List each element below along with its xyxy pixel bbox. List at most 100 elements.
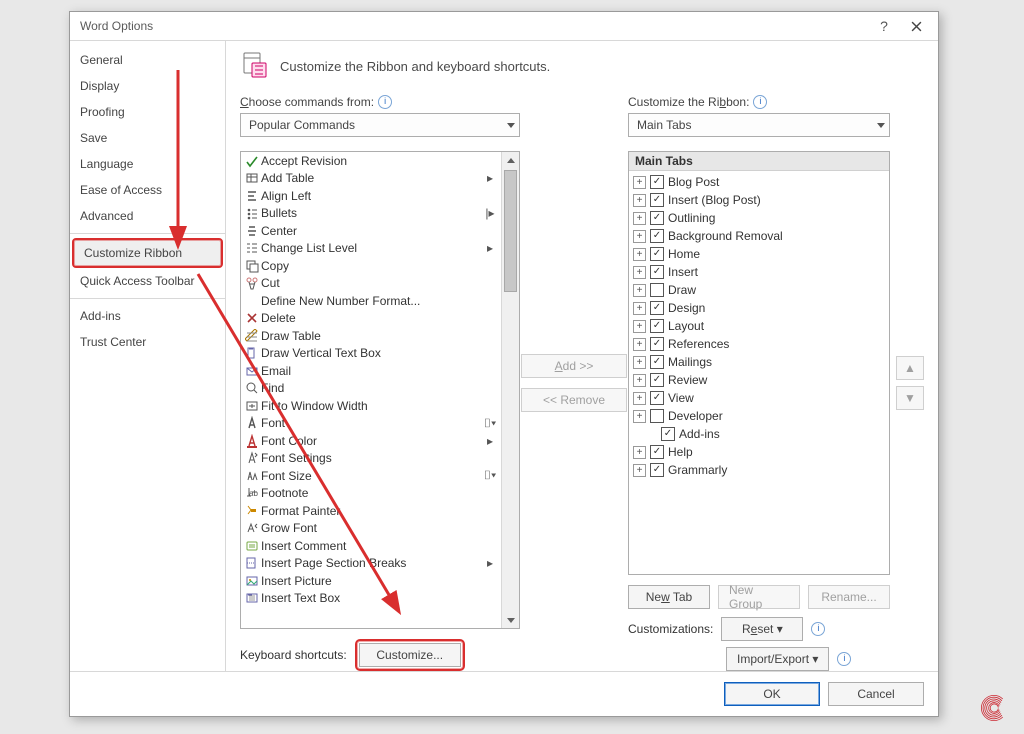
cancel-button[interactable]: Cancel <box>828 682 924 706</box>
command-item[interactable]: Draw Vertical Text Box <box>241 345 501 363</box>
expander-icon[interactable]: + <box>633 176 646 189</box>
new-tab-button[interactable]: New Tab <box>628 585 710 609</box>
command-item[interactable]: Draw Table <box>241 327 501 345</box>
expander-icon[interactable]: + <box>633 338 646 351</box>
checkbox[interactable] <box>650 445 664 459</box>
commands-scrollbar[interactable] <box>501 152 519 628</box>
ribbon-tab-item[interactable]: +Mailings <box>629 353 889 371</box>
expander-icon[interactable]: + <box>633 320 646 333</box>
sidebar-item-ease-of-access[interactable]: Ease of Access <box>70 177 225 203</box>
expander-icon[interactable]: + <box>633 284 646 297</box>
new-group-button[interactable]: New Group <box>718 585 800 609</box>
checkbox[interactable] <box>650 373 664 387</box>
sidebar-item-add-ins[interactable]: Add-ins <box>70 303 225 329</box>
expander-icon[interactable]: + <box>633 464 646 477</box>
sidebar-item-trust-center[interactable]: Trust Center <box>70 329 225 355</box>
sidebar-item-save[interactable]: Save <box>70 125 225 151</box>
command-item[interactable]: Font Color▸ <box>241 432 501 450</box>
move-down-button[interactable]: ▼ <box>896 386 924 410</box>
checkbox[interactable] <box>650 391 664 405</box>
sidebar-item-advanced[interactable]: Advanced <box>70 203 225 229</box>
command-item[interactable]: Format Painter <box>241 502 501 520</box>
info-icon[interactable]: i <box>378 95 392 109</box>
command-item[interactable]: Email <box>241 362 501 380</box>
command-item[interactable]: Accept Revision <box>241 152 501 170</box>
choose-commands-combo[interactable]: Popular Commands <box>240 113 520 137</box>
expander-icon[interactable]: + <box>633 374 646 387</box>
ribbon-tab-item[interactable]: +Review <box>629 371 889 389</box>
ribbon-tab-item[interactable]: +View <box>629 389 889 407</box>
command-item[interactable]: Insert Picture <box>241 572 501 590</box>
command-item[interactable]: Align Left <box>241 187 501 205</box>
command-item[interactable]: Font⌷▾ <box>241 415 501 433</box>
expander-icon[interactable]: + <box>633 410 646 423</box>
checkbox[interactable] <box>661 427 675 441</box>
sidebar-item-language[interactable]: Language <box>70 151 225 177</box>
expander-icon[interactable]: + <box>633 446 646 459</box>
info-icon[interactable]: i <box>753 95 767 109</box>
expander-icon[interactable]: + <box>633 230 646 243</box>
command-item[interactable]: Fit to Window Width <box>241 397 501 415</box>
command-item[interactable]: Bullets|▸ <box>241 205 501 223</box>
ribbon-tab-item[interactable]: +Outlining <box>629 209 889 227</box>
import-export-button[interactable]: Import/Export ▾ <box>726 647 829 671</box>
sidebar-item-quick-access-toolbar[interactable]: Quick Access Toolbar <box>70 268 225 294</box>
move-up-button[interactable]: ▲ <box>896 356 924 380</box>
ribbon-tabs-tree[interactable]: Main Tabs +Blog Post+Insert (Blog Post)+… <box>628 151 890 575</box>
scroll-up-button[interactable] <box>502 152 519 168</box>
ribbon-tab-item[interactable]: +Grammarly <box>629 461 889 479</box>
checkbox[interactable] <box>650 301 664 315</box>
command-item[interactable]: Insert Comment <box>241 537 501 555</box>
command-item[interactable]: Add Table▸ <box>241 170 501 188</box>
ribbon-tab-item[interactable]: +Background Removal <box>629 227 889 245</box>
expander-icon[interactable]: + <box>633 266 646 279</box>
expander-icon[interactable]: + <box>633 248 646 261</box>
keyboard-customize-button[interactable]: Customize... <box>359 643 461 667</box>
checkbox[interactable] <box>650 463 664 477</box>
sidebar-item-display[interactable]: Display <box>70 73 225 99</box>
expander-icon[interactable]: + <box>633 302 646 315</box>
customize-ribbon-combo[interactable]: Main Tabs <box>628 113 890 137</box>
command-item[interactable]: Center <box>241 222 501 240</box>
checkbox[interactable] <box>650 193 664 207</box>
sidebar-item-general[interactable]: General <box>70 47 225 73</box>
checkbox[interactable] <box>650 283 664 297</box>
command-item[interactable]: Insert Text Box <box>241 590 501 608</box>
command-item[interactable]: Copy <box>241 257 501 275</box>
expander-icon[interactable]: + <box>633 194 646 207</box>
expander-icon[interactable]: + <box>633 356 646 369</box>
ribbon-tab-item[interactable]: +Layout <box>629 317 889 335</box>
checkbox[interactable] <box>650 175 664 189</box>
info-icon[interactable]: i <box>811 622 825 636</box>
command-item[interactable]: Delete <box>241 310 501 328</box>
help-button[interactable]: ? <box>868 15 900 37</box>
command-item[interactable]: Find <box>241 380 501 398</box>
scroll-thumb[interactable] <box>504 170 517 292</box>
ribbon-tab-item[interactable]: +Draw <box>629 281 889 299</box>
ribbon-tab-item[interactable]: +Insert (Blog Post) <box>629 191 889 209</box>
ribbon-tab-item[interactable]: +References <box>629 335 889 353</box>
reset-button[interactable]: Reset ▾ <box>721 617 803 641</box>
command-item[interactable]: Define New Number Format... <box>241 292 501 310</box>
command-item[interactable]: Grow Font <box>241 520 501 538</box>
expander-icon[interactable]: + <box>633 392 646 405</box>
command-item[interactable]: Cut <box>241 275 501 293</box>
ribbon-tab-item[interactable]: +Help <box>629 443 889 461</box>
checkbox[interactable] <box>650 355 664 369</box>
ribbon-tab-item[interactable]: Add-ins <box>629 425 889 443</box>
rename-button[interactable]: Rename... <box>808 585 890 609</box>
checkbox[interactable] <box>650 229 664 243</box>
scroll-down-button[interactable] <box>502 612 519 628</box>
checkbox[interactable] <box>650 265 664 279</box>
checkbox[interactable] <box>650 247 664 261</box>
command-item[interactable]: Font Settings <box>241 450 501 468</box>
command-item[interactable]: Change List Level▸ <box>241 240 501 258</box>
info-icon[interactable]: i <box>837 652 851 666</box>
command-item[interactable]: Font Size⌷▾ <box>241 467 501 485</box>
commands-listbox[interactable]: Accept RevisionAdd Table▸Align LeftBulle… <box>240 151 520 629</box>
close-button[interactable] <box>900 15 932 37</box>
ribbon-tab-item[interactable]: +Insert <box>629 263 889 281</box>
ribbon-tab-item[interactable]: +Design <box>629 299 889 317</box>
remove-button[interactable]: << Remove <box>521 388 627 412</box>
command-item[interactable]: abFootnote <box>241 485 501 503</box>
